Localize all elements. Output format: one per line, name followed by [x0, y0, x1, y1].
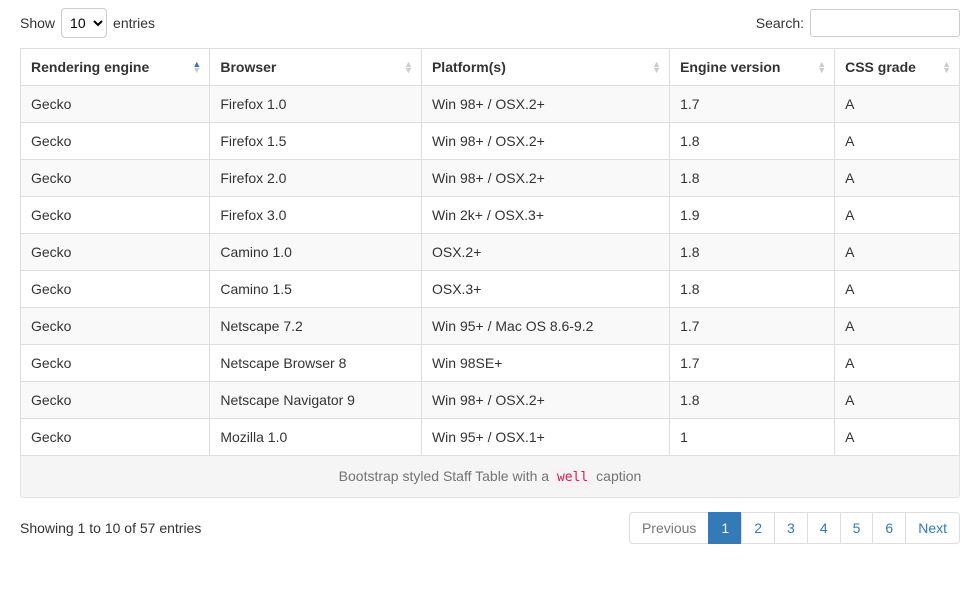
table-cell: 1.8: [670, 123, 835, 160]
table-cell: OSX.2+: [421, 234, 669, 271]
column-header-label: Platform(s): [432, 59, 506, 75]
caption-code: well: [553, 468, 592, 487]
table-cell: Gecko: [21, 234, 210, 271]
table-cell: Win 95+ / OSX.1+: [421, 419, 669, 456]
search-input[interactable]: [810, 9, 960, 37]
column-header[interactable]: CSS grade ▲▼: [835, 49, 960, 86]
table-cell: A: [835, 123, 960, 160]
table-cell: Netscape Browser 8: [210, 345, 422, 382]
table-row: GeckoCamino 1.5OSX.3+1.8A: [21, 271, 960, 308]
table-cell: Camino 1.5: [210, 271, 422, 308]
table-cell: 1: [670, 419, 835, 456]
table-cell: 1.8: [670, 382, 835, 419]
page-button[interactable]: 3: [774, 512, 808, 544]
table-cell: Gecko: [21, 271, 210, 308]
length-select[interactable]: 10: [61, 8, 107, 38]
table-cell: 1.7: [670, 308, 835, 345]
search-label: Search:: [756, 15, 804, 31]
table-cell: Gecko: [21, 419, 210, 456]
table-cell: A: [835, 419, 960, 456]
table-cell: A: [835, 197, 960, 234]
table-caption: Bootstrap styled Staff Table with a well…: [20, 456, 960, 498]
table-cell: Win 98+ / OSX.2+: [421, 160, 669, 197]
caption-post: caption: [592, 468, 641, 484]
sort-icon: ▲▼: [817, 61, 826, 73]
table-cell: Gecko: [21, 197, 210, 234]
table-row: GeckoNetscape Browser 8Win 98SE+1.7A: [21, 345, 960, 382]
table-cell: Win 98+ / OSX.2+: [421, 86, 669, 123]
table-cell: 1.8: [670, 271, 835, 308]
table-cell: A: [835, 160, 960, 197]
table-cell: A: [835, 345, 960, 382]
previous-button: Previous: [629, 512, 709, 544]
column-header[interactable]: Rendering engine ▲▼: [21, 49, 210, 86]
table-cell: Firefox 3.0: [210, 197, 422, 234]
table-cell: Win 2k+ / OSX.3+: [421, 197, 669, 234]
caption-pre: Bootstrap styled Staff Table with a: [339, 468, 553, 484]
page-button[interactable]: 1: [708, 512, 742, 544]
table-cell: Win 95+ / Mac OS 8.6-9.2: [421, 308, 669, 345]
column-header-label: Rendering engine: [31, 59, 149, 75]
table-cell: Firefox 2.0: [210, 160, 422, 197]
table-cell: A: [835, 271, 960, 308]
table-cell: Camino 1.0: [210, 234, 422, 271]
table-cell: Gecko: [21, 382, 210, 419]
page-button[interactable]: 2: [741, 512, 775, 544]
sort-icon: ▲▼: [404, 61, 413, 73]
column-header[interactable]: Engine version ▲▼: [670, 49, 835, 86]
table-cell: Gecko: [21, 86, 210, 123]
column-header-label: Engine version: [680, 59, 780, 75]
page-button[interactable]: 4: [807, 512, 841, 544]
table-row: GeckoMozilla 1.0Win 95+ / OSX.1+1A: [21, 419, 960, 456]
table-cell: 1.7: [670, 86, 835, 123]
table-row: GeckoCamino 1.0OSX.2+1.8A: [21, 234, 960, 271]
page-button[interactable]: 5: [840, 512, 874, 544]
table-cell: 1.7: [670, 345, 835, 382]
pagination: Previous123456Next: [630, 512, 960, 544]
table-cell: OSX.3+: [421, 271, 669, 308]
table-cell: 1.9: [670, 197, 835, 234]
table-cell: Gecko: [21, 123, 210, 160]
table-cell: A: [835, 234, 960, 271]
table-row: GeckoFirefox 1.0Win 98+ / OSX.2+1.7A: [21, 86, 960, 123]
sort-icon: ▲▼: [192, 61, 201, 73]
table-cell: Firefox 1.0: [210, 86, 422, 123]
data-table: Rendering engine ▲▼ Browser ▲▼ Platform(s) ▲▼…: [20, 48, 960, 456]
table-cell: Netscape Navigator 9: [210, 382, 422, 419]
table-cell: Gecko: [21, 160, 210, 197]
table-cell: Win 98+ / OSX.2+: [421, 123, 669, 160]
table-cell: Gecko: [21, 308, 210, 345]
table-cell: A: [835, 86, 960, 123]
column-header[interactable]: Browser ▲▼: [210, 49, 422, 86]
sort-icon: ▲▼: [652, 61, 661, 73]
table-cell: Netscape 7.2: [210, 308, 422, 345]
table-cell: Win 98SE+: [421, 345, 669, 382]
table-cell: 1.8: [670, 234, 835, 271]
table-row: GeckoFirefox 2.0Win 98+ / OSX.2+1.8A: [21, 160, 960, 197]
sort-icon: ▲▼: [942, 61, 951, 73]
table-cell: A: [835, 308, 960, 345]
length-control: Show 10 entries: [20, 8, 155, 38]
table-cell: Gecko: [21, 345, 210, 382]
page-button[interactable]: 6: [872, 512, 906, 544]
table-cell: Firefox 1.5: [210, 123, 422, 160]
show-label-post: entries: [113, 15, 155, 31]
table-info: Showing 1 to 10 of 57 entries: [20, 520, 201, 536]
table-row: GeckoFirefox 3.0Win 2k+ / OSX.3+1.9A: [21, 197, 960, 234]
table-row: GeckoFirefox 1.5Win 98+ / OSX.2+1.8A: [21, 123, 960, 160]
table-cell: Win 98+ / OSX.2+: [421, 382, 669, 419]
table-cell: 1.8: [670, 160, 835, 197]
search-control: Search:: [756, 9, 960, 37]
column-header-label: CSS grade: [845, 59, 916, 75]
show-label-pre: Show: [20, 15, 55, 31]
table-row: GeckoNetscape Navigator 9Win 98+ / OSX.2…: [21, 382, 960, 419]
table-cell: Mozilla 1.0: [210, 419, 422, 456]
column-header-label: Browser: [220, 59, 276, 75]
next-button[interactable]: Next: [905, 512, 960, 544]
column-header[interactable]: Platform(s) ▲▼: [421, 49, 669, 86]
table-row: GeckoNetscape 7.2Win 95+ / Mac OS 8.6-9.…: [21, 308, 960, 345]
table-cell: A: [835, 382, 960, 419]
